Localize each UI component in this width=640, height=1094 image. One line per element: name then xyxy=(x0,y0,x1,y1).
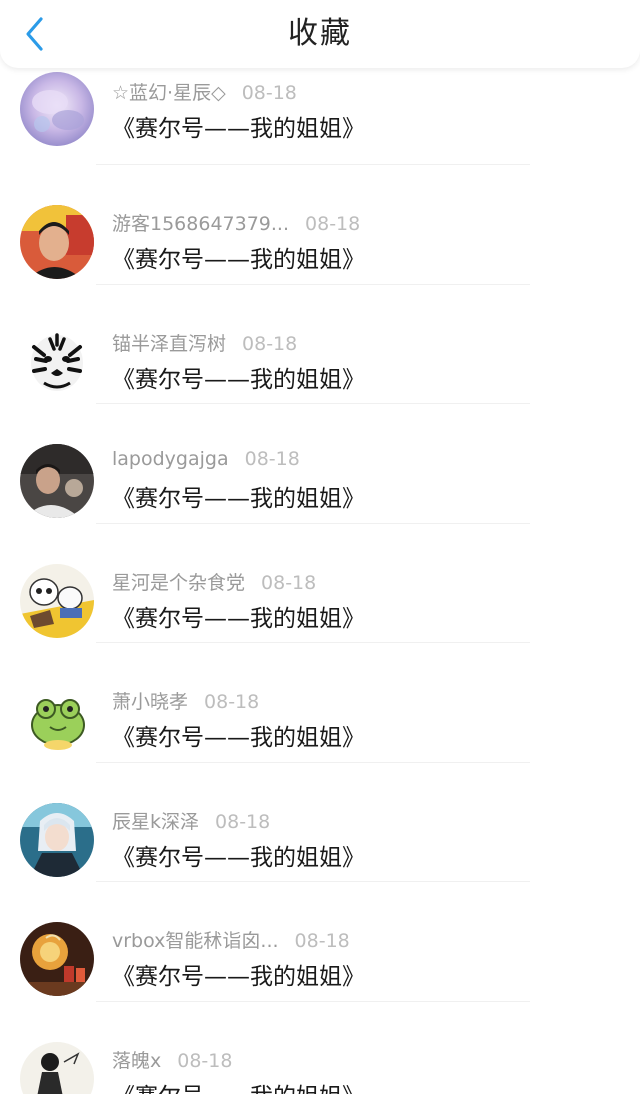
list-item[interactable]: 锚半泽直泻树 08-18 《赛尔号——我的姐姐》 xyxy=(0,285,640,404)
list-item[interactable]: 游客1568647379... 08-18 《赛尔号——我的姐姐》 xyxy=(0,165,640,285)
book-title[interactable]: 《赛尔号——我的姐姐》 xyxy=(112,838,365,872)
book-title[interactable]: 《赛尔号——我的姐姐》 xyxy=(112,479,365,513)
username[interactable]: lapodygajga xyxy=(112,448,229,470)
list-item[interactable]: 落魄x 08-18 《赛尔号——我的姐姐》 xyxy=(0,1002,640,1094)
person-photo-icon xyxy=(20,444,94,518)
avatar[interactable] xyxy=(20,922,94,996)
watercolor-avatar-icon xyxy=(20,72,94,146)
avatar[interactable] xyxy=(20,72,94,146)
favorites-list: ☆蓝幻·星辰◇ 08-18 《赛尔号——我的姐姐》 游客1568647379...… xyxy=(0,72,640,1094)
cartoon-skeleton-icon xyxy=(20,563,94,638)
username[interactable]: ☆蓝幻·星辰◇ xyxy=(112,82,226,104)
username[interactable]: vrbox智能秫诣囟... xyxy=(112,930,279,952)
username[interactable]: 落魄x xyxy=(112,1050,161,1072)
book-title[interactable]: 《赛尔号——我的姐姐》 xyxy=(112,718,365,752)
date-label: 08-18 xyxy=(261,571,317,594)
list-item[interactable]: ☆蓝幻·星辰◇ 08-18 《赛尔号——我的姐姐》 xyxy=(0,72,640,165)
book-title[interactable]: 《赛尔号——我的姐姐》 xyxy=(112,240,365,274)
page-title: 收藏 xyxy=(288,16,352,51)
book-title[interactable]: 《赛尔号——我的姐姐》 xyxy=(112,957,365,991)
avatar[interactable] xyxy=(20,802,94,877)
top-bar: 收藏 xyxy=(0,0,640,68)
username[interactable]: 游客1568647379... xyxy=(112,213,289,235)
list-item[interactable]: 萧小晓孝 08-18 《赛尔号——我的姐姐》 xyxy=(0,643,640,763)
tiger-icon xyxy=(20,324,94,399)
book-title[interactable]: 《赛尔号——我的姐姐》 xyxy=(112,1077,365,1094)
avatar[interactable] xyxy=(20,563,94,638)
date-label: 08-18 xyxy=(215,810,271,833)
avatar[interactable] xyxy=(20,205,94,279)
date-label: 08-18 xyxy=(241,82,297,104)
date-label: 08-18 xyxy=(294,930,350,952)
avatar[interactable] xyxy=(20,324,94,399)
person-photo-icon xyxy=(20,205,94,279)
anime-character-icon xyxy=(20,802,94,877)
username[interactable]: 萧小晓孝 xyxy=(112,691,188,713)
username[interactable]: 辰星k深泽 xyxy=(112,811,199,833)
list-item[interactable]: 星河是个杂食党 08-18 《赛尔号——我的姐姐》 xyxy=(0,524,640,643)
avatar[interactable] xyxy=(20,444,94,518)
list-item[interactable]: lapodygajga 08-18 《赛尔号——我的姐姐》 xyxy=(0,404,640,524)
date-label: 08-18 xyxy=(242,332,298,355)
date-label: 08-18 xyxy=(305,213,361,235)
avatar[interactable] xyxy=(20,1041,94,1094)
frog-icon xyxy=(20,683,94,757)
book-title[interactable]: 《赛尔号——我的姐姐》 xyxy=(112,360,365,394)
username[interactable]: 锚半泽直泻树 xyxy=(112,333,226,355)
list-item[interactable]: vrbox智能秫诣囟... 08-18 《赛尔号——我的姐姐》 xyxy=(0,882,640,1002)
list-item[interactable]: 辰星k深泽 08-18 《赛尔号——我的姐姐》 xyxy=(0,763,640,882)
app: 收藏 ☆蓝幻·星辰◇ 08-18 《赛尔号——我的姐姐》 游客156864737… xyxy=(0,0,640,1094)
date-label: 08-18 xyxy=(204,691,260,713)
book-title[interactable]: 《赛尔号——我的姐姐》 xyxy=(112,599,365,633)
date-label: 08-18 xyxy=(244,448,300,470)
book-title[interactable]: 《赛尔号——我的姐姐》 xyxy=(112,109,365,143)
date-label: 08-18 xyxy=(177,1049,233,1072)
avatar[interactable] xyxy=(20,683,94,757)
lamp-scene-icon xyxy=(20,922,94,996)
sketch-figure-icon xyxy=(20,1041,94,1094)
username[interactable]: 星河是个杂食党 xyxy=(112,572,245,594)
